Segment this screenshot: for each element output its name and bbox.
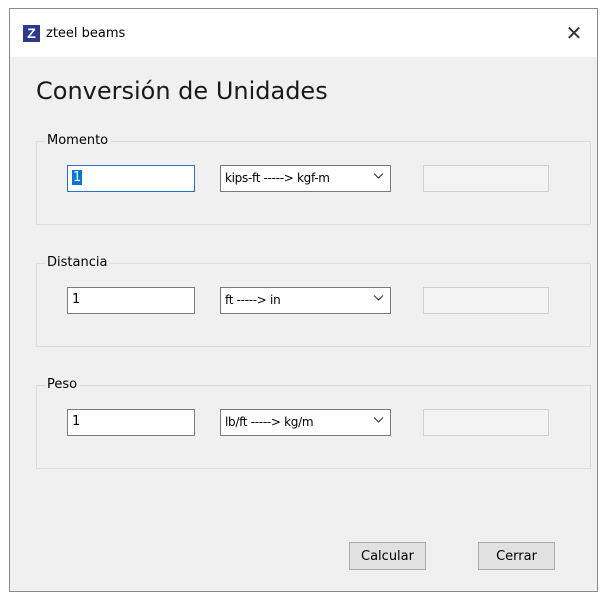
- window-title: zteel beams: [46, 26, 126, 41]
- peso-group: Peso 1 lb/ft -----> kg/m: [36, 377, 591, 469]
- distancia-result-field: [423, 287, 549, 314]
- title-bar: Z zteel beams ✕: [10, 9, 597, 57]
- momento-result-field: [423, 165, 549, 192]
- distancia-group: Distancia 1 ft -----> in: [36, 255, 591, 347]
- distancia-label: Distancia: [45, 255, 110, 270]
- app-logo-icon: Z: [23, 25, 40, 42]
- chevron-down-icon: [373, 170, 384, 184]
- momento-value-input[interactable]: 1: [67, 165, 195, 192]
- close-button[interactable]: ✕: [551, 9, 597, 57]
- calcular-button[interactable]: Calcular: [349, 542, 426, 570]
- converter-window: Z zteel beams ✕ Conversión de Unidades M…: [9, 8, 598, 592]
- momento-conversion-select[interactable]: kips-ft -----> kgf-m: [220, 165, 391, 192]
- chevron-down-icon: [373, 292, 384, 306]
- momento-conversion-text: kips-ft -----> kgf-m: [225, 171, 330, 185]
- peso-conversion-text: lb/ft -----> kg/m: [225, 415, 314, 429]
- chevron-down-icon: [373, 414, 384, 428]
- distancia-conversion-select[interactable]: ft -----> in: [220, 287, 391, 314]
- page-title: Conversión de Unidades: [36, 77, 328, 105]
- peso-value-text: 1: [72, 414, 81, 429]
- peso-label: Peso: [45, 377, 80, 392]
- cerrar-button[interactable]: Cerrar: [478, 542, 555, 570]
- distancia-value-input[interactable]: 1: [67, 287, 195, 314]
- close-icon: ✕: [565, 21, 583, 45]
- peso-conversion-select[interactable]: lb/ft -----> kg/m: [220, 409, 391, 436]
- distancia-conversion-text: ft -----> in: [225, 293, 281, 307]
- momento-label: Momento: [45, 133, 111, 148]
- distancia-value-text: 1: [72, 292, 81, 307]
- momento-group: Momento 1 kips-ft -----> kgf-m: [36, 133, 591, 225]
- peso-value-input[interactable]: 1: [67, 409, 195, 436]
- momento-value-text: 1: [72, 170, 83, 185]
- peso-result-field: [423, 409, 549, 436]
